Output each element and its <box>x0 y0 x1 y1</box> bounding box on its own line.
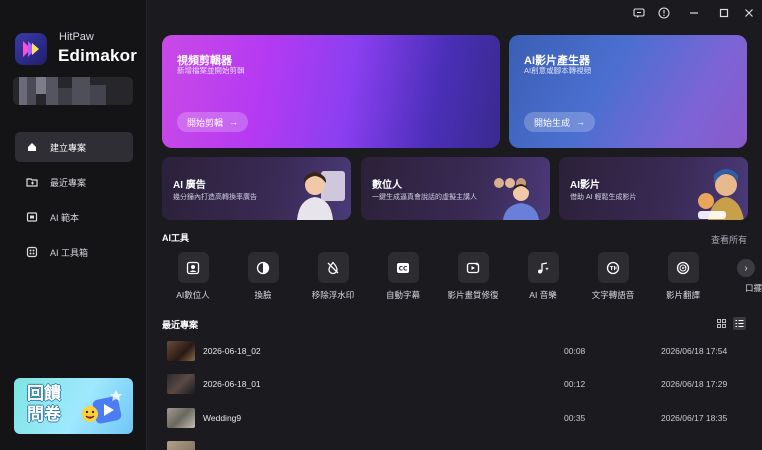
start-editing-button[interactable]: 開始剪輯 → <box>177 112 249 132</box>
start-generating-button[interactable]: 開始生成 → <box>524 112 596 132</box>
tool-label: AI數位人 <box>176 290 210 300</box>
see-all-link[interactable]: 查看所有 <box>711 233 747 246</box>
sidebar-item-label: AI 範本 <box>50 212 80 223</box>
svg-text:T: T <box>610 266 614 272</box>
tool-watermark-remover[interactable]: 移除浮水印 <box>303 252 363 301</box>
main-content: 視頻剪輯器 新增檔案並開始剪輯 開始剪輯 → AI影片產生器 AI創意或腳本轉視… <box>147 0 762 450</box>
tool-video-translate[interactable]: 影片翻譯 <box>653 252 713 301</box>
translate-icon <box>667 252 699 283</box>
brand-name-top: HitPaw <box>59 31 94 43</box>
sidebar-item-label: AI 工具箱 <box>50 247 89 258</box>
hero-subtitle: AI創意或腳本轉視頻 <box>524 66 592 75</box>
tool-label: 換臉 <box>254 290 272 300</box>
arrow-right-icon: → <box>229 117 239 127</box>
arrow-right-icon: → <box>576 117 586 127</box>
recent-project-row[interactable]: 2026-06-18_01 00:12 2026/06/18 17:29 <box>162 370 752 398</box>
sidebar: HitPaw Edimakor 建立專案 最近專案 AI 範本 AI 工具箱 回… <box>0 0 147 450</box>
tool-label: AI 音樂 <box>529 290 557 300</box>
feedback-illustration-icon <box>82 390 122 424</box>
ai-video-generator-card[interactable]: AI影片產生器 AI創意或腳本轉視頻 開始生成 → <box>509 35 747 148</box>
home-icon <box>25 141 38 154</box>
tool-text-to-speech[interactable]: T 文字轉語音 <box>583 252 643 301</box>
sidebar-item-label: 最近專案 <box>50 177 87 188</box>
card-subtitle: 幾分鐘內打造高轉換率廣告 <box>173 194 257 201</box>
tool-partial[interactable]: 口擺 <box>714 282 762 294</box>
music-icon <box>527 252 559 283</box>
ai-video-card[interactable]: AI影片 借助 AI 輕鬆生成影片 <box>559 157 748 220</box>
project-thumbnail <box>167 341 195 361</box>
tool-label: 影片畫質修復 <box>447 290 499 300</box>
tts-icon: T <box>597 252 629 283</box>
face-swap-icon <box>247 252 279 283</box>
project-name: 2026-06-18_02 <box>203 346 261 356</box>
project-date: 2026/06/18 17:29 <box>661 379 728 389</box>
project-thumbnail <box>167 408 195 428</box>
ai-video-illustration-icon <box>698 169 744 220</box>
ai-tools-title: AI工具 <box>162 233 190 243</box>
sidebar-item-ai-templates[interactable]: AI 範本 <box>15 202 133 232</box>
ai-ad-card[interactable]: AI 廣告 幾分鐘內打造高轉換率廣告 <box>162 157 351 220</box>
tool-video-enhancer[interactable]: 影片畫質修復 <box>443 252 503 301</box>
tool-auto-subtitle[interactable]: CC 自動字幕 <box>373 252 433 301</box>
ad-presenter-illustration-icon <box>297 171 345 220</box>
sidebar-item-ai-toolbox[interactable]: AI 工具箱 <box>15 237 133 267</box>
sidebar-item-recent-projects[interactable]: 最近專案 <box>15 167 133 197</box>
watermark-remove-icon <box>317 252 349 283</box>
app-logo <box>15 33 47 65</box>
tool-ai-avatar[interactable]: AI數位人 <box>163 252 223 301</box>
feedback-survey-banner[interactable]: 回饋問卷 <box>14 378 133 434</box>
cc-icon: CC <box>387 252 419 283</box>
folder-icon <box>25 176 38 189</box>
recent-project-row[interactable]: Wedding9 00:35 2026/06/17 18:35 <box>162 404 752 432</box>
tool-label: 移除浮水印 <box>311 290 355 300</box>
card-subtitle: 借助 AI 輕鬆生成影片 <box>570 194 637 201</box>
project-date: 2026/06/18 17:54 <box>661 346 728 356</box>
button-label: 開始生成 <box>534 117 571 128</box>
app-window: HitPaw Edimakor 建立專案 最近專案 AI 範本 AI 工具箱 回… <box>0 0 762 450</box>
account-panel[interactable] <box>13 77 133 105</box>
tool-face-swap[interactable]: 換臉 <box>233 252 293 301</box>
list-view-icon[interactable] <box>733 317 746 330</box>
hero-subtitle: 新增檔案並開始剪輯 <box>177 66 245 75</box>
project-duration: 00:12 <box>564 379 586 389</box>
recent-project-row[interactable] <box>162 438 752 450</box>
sidebar-item-create-project[interactable]: 建立專案 <box>15 132 133 162</box>
tool-label: 口擺 <box>744 283 762 293</box>
button-label: 開始剪輯 <box>187 117 224 128</box>
banner-text: 回饋問卷 <box>27 384 61 424</box>
project-thumbnail <box>167 374 195 394</box>
project-thumbnail <box>167 441 195 450</box>
svg-text:CC: CC <box>399 265 408 272</box>
card-title: 數位人 <box>372 180 402 191</box>
toolbox-icon <box>25 246 38 259</box>
project-duration: 00:08 <box>564 346 586 356</box>
card-title: AI影片 <box>570 180 600 191</box>
project-date: 2026/06/17 18:35 <box>661 413 728 423</box>
card-subtitle: 一鍵生成逼真會說話的虛擬主講人 <box>372 194 477 201</box>
next-arrow-button[interactable]: › <box>737 259 755 277</box>
project-name: Wedding9 <box>203 413 242 423</box>
video-enhance-icon <box>457 252 489 283</box>
brand-name: Edimakor <box>58 46 138 65</box>
tool-label: 文字轉語音 <box>591 290 635 300</box>
recent-projects-title: 最近專案 <box>162 320 199 330</box>
recent-project-row[interactable]: 2026-06-18_02 00:08 2026/06/18 17:54 <box>162 337 752 365</box>
project-name: 2026-06-18_01 <box>203 379 261 389</box>
template-icon <box>25 211 38 224</box>
tool-label: 影片翻譯 <box>665 290 700 300</box>
digital-human-card[interactable]: 數位人 一鍵生成逼真會說話的虛擬主講人 <box>361 157 550 220</box>
avatar-icon <box>177 252 209 283</box>
grid-view-icon[interactable] <box>715 317 728 330</box>
tool-label: 自動字幕 <box>385 290 420 300</box>
sidebar-item-label: 建立專案 <box>50 142 87 153</box>
project-duration: 00:35 <box>564 413 586 423</box>
digital-human-illustration-icon <box>494 178 539 220</box>
video-editor-card[interactable]: 視頻剪輯器 新增檔案並開始剪輯 開始剪輯 → <box>162 35 500 148</box>
tool-ai-music[interactable]: AI 音樂 <box>513 252 573 301</box>
card-title: AI 廣告 <box>173 180 206 191</box>
sidebar-nav: 建立專案 最近專案 AI 範本 AI 工具箱 <box>15 132 133 272</box>
